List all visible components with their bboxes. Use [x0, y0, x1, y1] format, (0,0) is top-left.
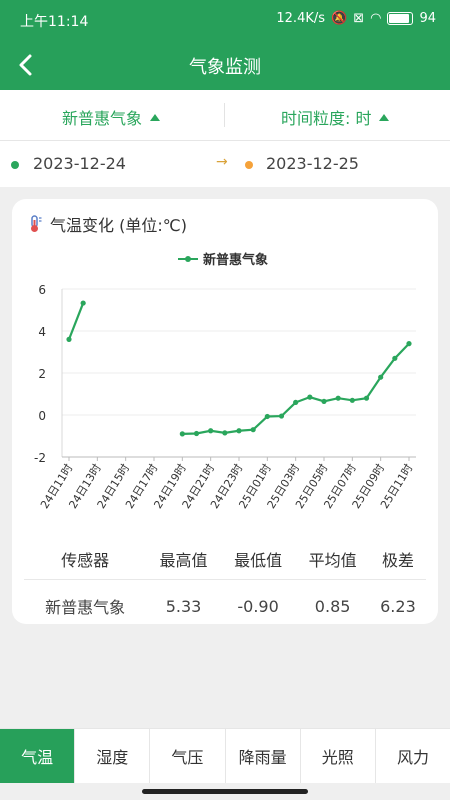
data-point	[335, 395, 341, 401]
cell-sensor: 新普惠气象	[45, 598, 126, 617]
col-sensor: 传感器	[24, 539, 147, 580]
cell-max: 5.33	[165, 596, 202, 616]
data-point	[293, 399, 299, 405]
col-min: 最低值	[220, 539, 296, 580]
home-indicator[interactable]	[142, 789, 308, 794]
end-date[interactable]: 2023-12-25	[266, 154, 359, 173]
table-header-row: 传感器 最高值 最低值 平均值 极差	[24, 539, 426, 580]
caret-up-icon	[379, 113, 390, 121]
data-point	[392, 355, 398, 361]
station-dropdown[interactable]: 新普惠气象	[62, 105, 161, 129]
data-point	[208, 428, 214, 434]
data-point	[66, 336, 72, 342]
legend-marker	[185, 256, 191, 262]
col-max: 最高值	[146, 539, 221, 580]
col-avg: 平均值	[295, 539, 370, 580]
cell-avg: 0.85	[314, 596, 351, 616]
temperature-chart: 新普惠气象 6420-2 24日11时24日13时24日15时24日17时24日…	[34, 252, 416, 511]
battery-icon	[387, 12, 414, 25]
sim-icon: ⊠	[353, 11, 365, 26]
data-point	[349, 397, 355, 403]
stats-table: 传感器 最高值 最低值 平均值 极差 新普惠气象 5.33 -0.90 0.85…	[24, 539, 426, 632]
series-line	[182, 342, 410, 435]
y-tick-label: 0	[38, 409, 46, 423]
y-tick-label: 4	[38, 325, 46, 339]
col-range: 极差	[369, 539, 426, 580]
data-point	[80, 300, 86, 306]
start-dot-icon	[11, 161, 19, 169]
tab-rainfall[interactable]: 降雨量	[226, 729, 301, 783]
table-row: 新普惠气象 5.33 -0.90 0.85 6.23	[24, 580, 426, 633]
mute-icon: 🔕	[331, 11, 348, 26]
data-point	[236, 428, 242, 434]
legend-label: 新普惠气象	[203, 252, 268, 268]
page-title: 气象监测	[189, 57, 261, 78]
network-speed: 12.4K/s	[276, 11, 326, 26]
data-point	[179, 431, 185, 437]
arrow-right-icon: →	[216, 154, 228, 170]
data-point	[264, 413, 270, 420]
granularity-dropdown[interactable]: 时间粒度: 时	[281, 105, 390, 129]
tab-light[interactable]: 光照	[301, 729, 376, 783]
status-time: 上午11:14	[20, 14, 89, 30]
app-bar: 气象监测	[0, 40, 450, 90]
data-point	[321, 398, 327, 404]
thermometer-icon	[31, 215, 42, 232]
start-date[interactable]: 2023-12-24	[33, 154, 126, 173]
chart-legend: 新普惠气象	[178, 252, 268, 268]
status-icons: 12.4K/s 🔕 ⊠ ◠ 94	[276, 11, 436, 26]
tab-temperature[interactable]: 气温	[0, 729, 76, 783]
card-header: 气温变化 (单位:℃)	[26, 212, 187, 236]
tab-pressure[interactable]: 气压	[150, 729, 226, 783]
status-bar: 上午11:14 12.4K/s 🔕 ⊠ ◠ 94	[0, 0, 450, 40]
y-tick-label: 2	[38, 367, 46, 381]
cell-range: 6.23	[380, 596, 416, 616]
cell-min: -0.90	[237, 596, 279, 616]
data-point	[363, 395, 370, 401]
series-line	[67, 302, 85, 340]
battery-level: 94	[419, 11, 436, 26]
date-range-bar: 2023-12-24 → 2023-12-25	[0, 141, 450, 187]
data-point	[250, 427, 256, 433]
filter-bar: 新普惠气象 时间粒度: 时	[0, 90, 450, 141]
granularity-label: 时间粒度: 时	[281, 109, 372, 128]
data-point	[222, 430, 228, 436]
y-tick-label: 6	[38, 283, 46, 297]
data-point	[193, 430, 200, 437]
bottom-tabs: 气温 湿度 气压 降雨量 光照 风力	[0, 728, 450, 783]
temperature-card: 气温变化 (单位:℃) 新普惠气象 6 4 2 0 -2 24日11时 24日13时 24日…	[12, 199, 438, 624]
data-point	[406, 341, 412, 347]
tab-humidity[interactable]: 湿度	[75, 729, 151, 783]
data-point	[307, 394, 313, 400]
y-tick-label: -2	[34, 451, 46, 465]
tab-wind[interactable]: 风力	[376, 729, 450, 783]
divider	[224, 103, 225, 127]
data-point	[278, 413, 285, 419]
data-point	[378, 374, 384, 380]
wifi-icon: ◠	[370, 11, 382, 26]
end-dot-icon	[245, 161, 253, 169]
station-label: 新普惠气象	[62, 109, 143, 128]
caret-up-icon	[150, 113, 161, 121]
card-title: 气温变化 (单位:℃)	[50, 216, 187, 235]
